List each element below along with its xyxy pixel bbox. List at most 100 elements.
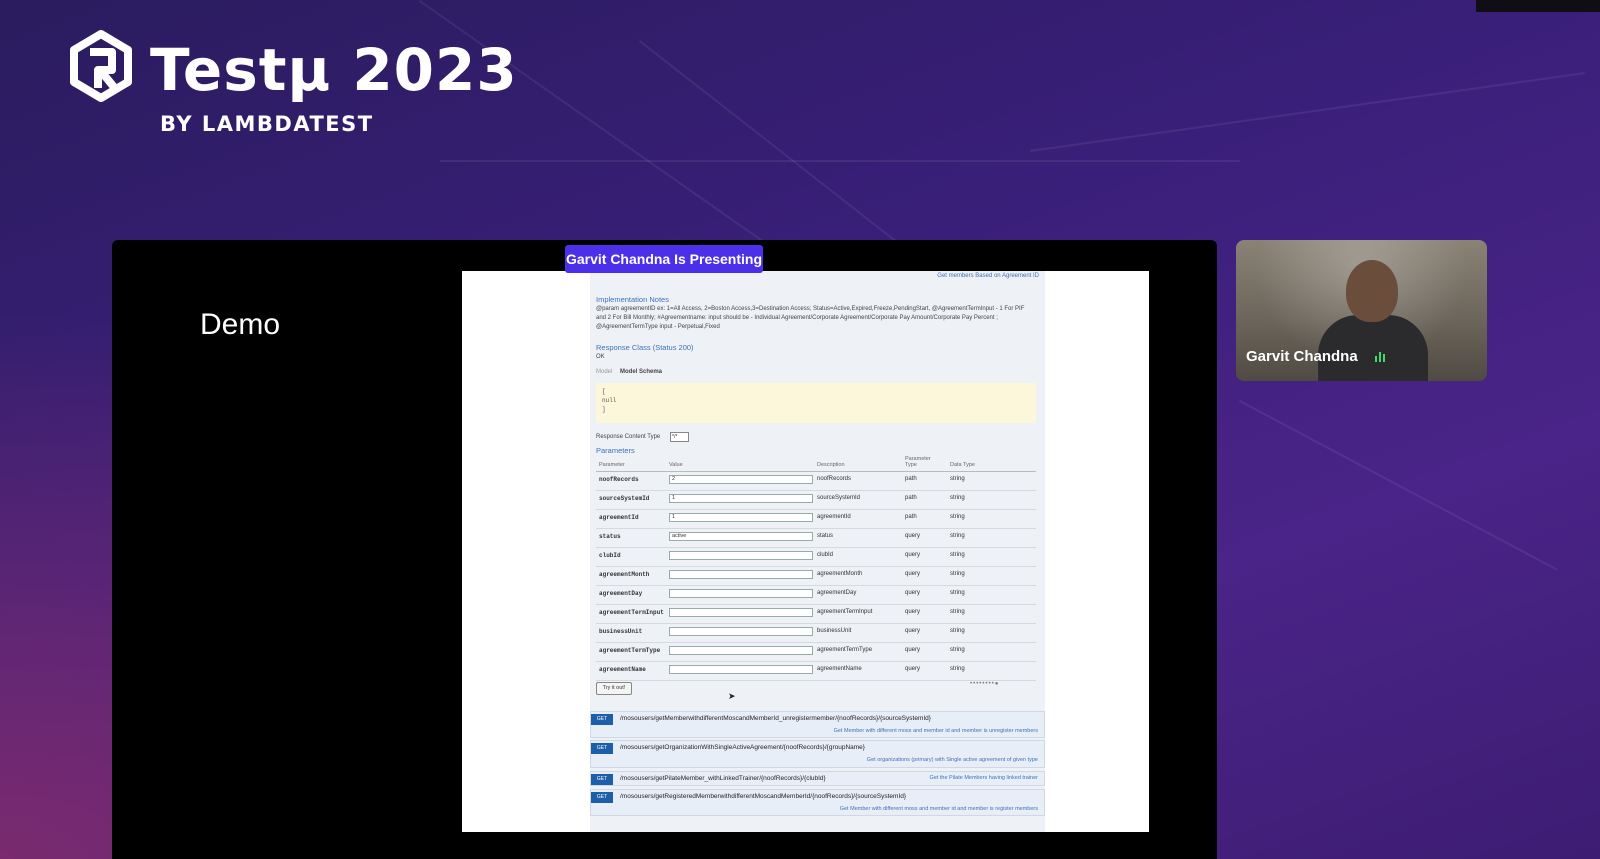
background-decoration	[440, 160, 1240, 162]
model-schema-tab[interactable]: Model Schema	[620, 368, 662, 377]
mouse-cursor-icon: ➤	[728, 692, 736, 702]
event-title: Testμ 2023	[150, 36, 518, 104]
http-method-badge[interactable]: GET	[591, 714, 613, 725]
column-header-parameter: Parameter	[599, 462, 625, 468]
response-class-text: OK	[596, 354, 605, 360]
parameter-data-type: string	[950, 476, 965, 482]
parameter-data-type: string	[950, 647, 965, 653]
parameter-name: noofRecords	[599, 476, 639, 483]
parameter-description: clubId	[817, 552, 834, 558]
table-row: noofRecords 2 noofRecords path string	[596, 472, 1036, 491]
api-operation[interactable]: GET/mosousers/getRegisteredMemberwithdif…	[590, 789, 1045, 816]
http-method-badge[interactable]: GET	[591, 774, 613, 785]
parameter-description: sourceSystemId	[817, 495, 861, 501]
operation-description-link[interactable]: Get Member with different moss and membe…	[834, 728, 1038, 734]
top-corner-bar	[1476, 0, 1600, 12]
loading-dots-indicator: ••••••••●	[970, 681, 1000, 687]
table-header: Parameter Value Description Parameter Ty…	[596, 456, 1036, 472]
operation-path[interactable]: /mosousers/getMemberwithdifferentMoscand…	[620, 715, 931, 722]
operation-path[interactable]: /mosousers/getPilateMember_withLinkedTra…	[620, 775, 826, 782]
operation-summary-link[interactable]: Get members Based on Agreement ID	[937, 273, 1039, 279]
parameter-description: noofRecords	[817, 476, 852, 482]
parameter-rows: noofRecords 2 noofRecords path string sourceS…	[596, 472, 1036, 681]
operation-path[interactable]: /mosousers/getRegisteredMemberwithdiffer…	[620, 793, 906, 800]
parameters-heading: Parameters	[596, 446, 635, 455]
model-schema-code: [ null ]	[596, 383, 1036, 423]
parameter-value-input[interactable]	[669, 570, 813, 579]
operation-description-link[interactable]: Get organizations (primary) with Single …	[867, 757, 1038, 763]
parameter-type: query	[905, 647, 921, 653]
parameter-data-type: string	[950, 590, 965, 596]
table-row: status active status query string	[596, 529, 1036, 548]
parameters-table: Parameter Value Description Parameter Ty…	[596, 456, 1036, 681]
swagger-operation-panel: Get members Based on Agreement ID Implem…	[590, 271, 1045, 832]
parameter-type: query	[905, 666, 921, 672]
parameter-description: agreementName	[817, 666, 862, 672]
parameter-value-input[interactable]: 2	[669, 475, 813, 484]
parameter-description: agreementDay	[817, 590, 857, 596]
column-header-description: Description	[817, 462, 845, 468]
response-content-type-label: Response Content Type	[596, 434, 661, 440]
try-it-out-button[interactable]: Try it out!	[596, 682, 632, 695]
parameter-value-input[interactable]	[669, 646, 813, 655]
code-line: null	[602, 397, 617, 404]
parameter-type: path	[905, 476, 917, 482]
mic-active-icon	[1375, 352, 1385, 362]
participant-name: Garvit Chandna	[1246, 348, 1358, 365]
parameter-description: businessUnit	[817, 628, 852, 634]
presenting-badge: Garvit Chandna Is Presenting	[565, 245, 763, 273]
parameter-name: agreementMonth	[599, 571, 650, 578]
parameter-value-input[interactable]	[669, 665, 813, 674]
parameter-data-type: string	[950, 628, 965, 634]
parameter-description: agreementId	[817, 514, 851, 520]
parameter-type: query	[905, 628, 921, 634]
parameter-name: businessUnit	[599, 628, 643, 635]
column-header-value: Value	[669, 462, 683, 468]
parameter-data-type: string	[950, 552, 965, 558]
operation-path[interactable]: /mosousers/getOrganizationWithSingleActi…	[620, 744, 865, 751]
column-header-data-type: Data Type	[950, 462, 975, 468]
participant-video-tile[interactable]: Garvit Chandna	[1236, 240, 1487, 381]
parameter-type: path	[905, 495, 917, 501]
table-row: agreementDay agreementDay query string	[596, 586, 1036, 605]
parameter-name: sourceSystemId	[599, 495, 650, 502]
lambdatest-logo-icon	[70, 30, 132, 102]
http-method-badge[interactable]: GET	[591, 743, 613, 754]
table-row: agreementName agreementName query string	[596, 662, 1036, 681]
parameter-description: agreementTermType	[817, 647, 873, 653]
implementation-notes-heading: Implementation Notes	[596, 295, 669, 304]
parameter-name: status	[599, 533, 621, 540]
parameter-value-input[interactable]	[669, 608, 813, 617]
parameter-value-input[interactable]	[669, 627, 813, 636]
parameter-value-input[interactable]: 1	[669, 494, 813, 503]
table-row: sourceSystemId 1 sourceSystemId path string	[596, 491, 1036, 510]
api-operation[interactable]: GET/mosousers/getOrganizationWithSingleA…	[590, 740, 1045, 768]
parameter-description: agreementTermInput	[817, 609, 873, 615]
parameter-value-input[interactable]: active	[669, 532, 813, 541]
background-decoration	[1030, 72, 1585, 152]
parameter-name: agreementTermInput	[599, 609, 664, 616]
parameter-type: query	[905, 590, 921, 596]
table-row: clubId clubId query string	[596, 548, 1036, 567]
parameter-type: query	[905, 552, 921, 558]
api-operation[interactable]: GET/mosousers/getMemberwithdifferentMosc…	[590, 711, 1045, 738]
parameter-value-input[interactable]	[669, 551, 813, 560]
table-row: agreementTermInput agreementTermInput quer…	[596, 605, 1036, 624]
code-line: ]	[602, 406, 606, 413]
model-tab[interactable]: Model	[596, 368, 612, 377]
operation-description-link[interactable]: Get the Pilate Members having linked tra…	[929, 775, 1038, 781]
parameter-data-type: string	[950, 609, 965, 615]
api-operation[interactable]: GET/mosousers/getPilateMember_withLinked…	[590, 771, 1045, 786]
parameter-value-input[interactable]: 1	[669, 513, 813, 522]
parameter-data-type: string	[950, 571, 965, 577]
parameter-data-type: string	[950, 514, 965, 520]
response-content-type-select[interactable]: */*	[670, 432, 689, 442]
background-decoration	[1239, 400, 1558, 571]
table-row: agreementTermType agreementTermType query s…	[596, 643, 1036, 662]
participant-head	[1346, 260, 1398, 322]
parameter-data-type: string	[950, 533, 965, 539]
operation-description-link[interactable]: Get Member with different moss and membe…	[840, 806, 1038, 812]
parameter-value-input[interactable]	[669, 589, 813, 598]
column-header-parameter-type: Parameter Type	[905, 456, 931, 468]
http-method-badge[interactable]: GET	[591, 792, 613, 803]
